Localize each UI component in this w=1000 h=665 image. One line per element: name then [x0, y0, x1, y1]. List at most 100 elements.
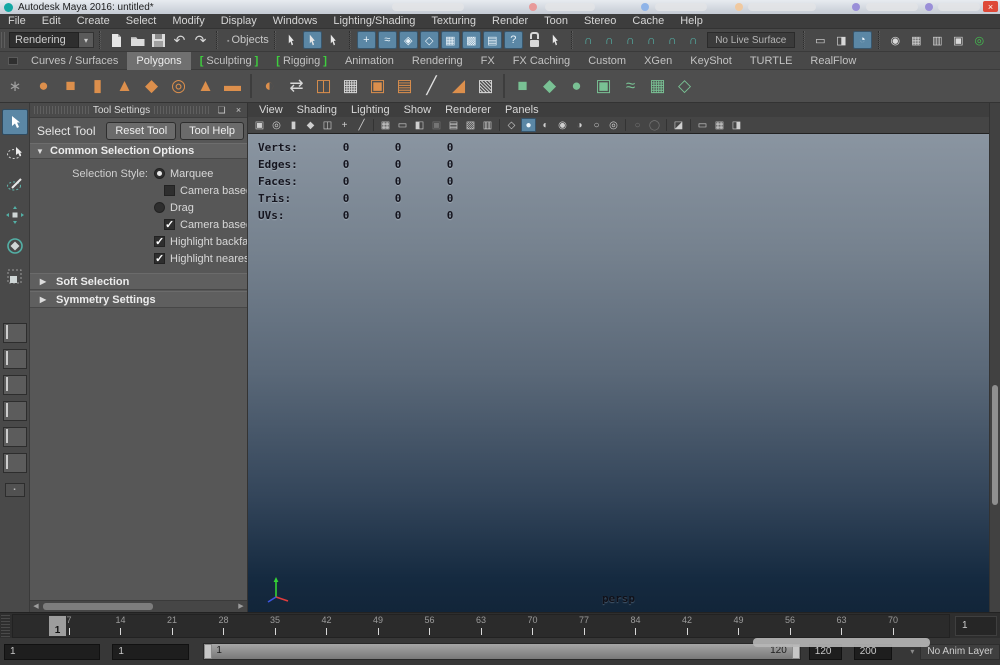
subdivide-button[interactable]: ▦	[337, 73, 364, 100]
select-camera-icon[interactable]: ▣	[252, 118, 267, 132]
input-operations-icon[interactable]: ▤	[483, 31, 502, 49]
camera-based-selection-label[interactable]: Camera based sel	[180, 185, 247, 197]
select-tool-button[interactable]	[2, 109, 28, 135]
lasso-tool-button[interactable]	[2, 140, 28, 166]
flip-button[interactable]: ⇄	[283, 73, 310, 100]
menuset-value[interactable]: Rendering	[9, 32, 79, 48]
new-scene-button[interactable]	[107, 31, 126, 49]
connections-icon-1[interactable]: ∩	[579, 31, 598, 49]
scrollbar-thumb[interactable]	[992, 385, 998, 505]
viewport-icon[interactable]	[499, 119, 500, 131]
bookmark-icon[interactable]: ◆	[303, 118, 318, 132]
scale-tool-button[interactable]	[2, 264, 28, 290]
tool-settings-header[interactable]: Tool Settings ❏ ×	[30, 103, 247, 118]
layout-outliner-icon[interactable]: ◨	[729, 118, 744, 132]
scroll-left-icon[interactable]	[30, 601, 42, 612]
sculpt-tool-button[interactable]: ■	[509, 73, 536, 100]
tab-realflow[interactable]: RealFlow	[801, 52, 865, 70]
move-increment-icon[interactable]: +	[357, 31, 376, 49]
hierarchy-mode-button[interactable]	[282, 31, 301, 49]
vp-menu-panels[interactable]: Panels	[498, 103, 546, 117]
menu-edit[interactable]: Edit	[34, 14, 69, 29]
symmetry-settings-section[interactable]: ▶ Symmetry Settings	[30, 291, 247, 308]
current-time-field[interactable]: 1	[955, 616, 997, 636]
layout-single-icon[interactable]: ▭	[695, 118, 710, 132]
undo-icon[interactable]: ↶	[170, 31, 189, 49]
pinch-sculpt-button[interactable]: ≈	[617, 73, 644, 100]
open-scene-button[interactable]	[128, 31, 147, 49]
panel-grip[interactable]	[34, 106, 89, 114]
viewport-canvas[interactable]: Verts: 0 0 0 Edges: 0 0 0 Faces: 0	[248, 134, 989, 612]
menu-render[interactable]: Render	[484, 14, 536, 29]
vp-menu-show[interactable]: Show	[397, 103, 439, 117]
toolbar-grip[interactable]	[1, 32, 7, 48]
menu-modify[interactable]: Modify	[164, 14, 212, 29]
marquee-label[interactable]: Marquee	[170, 168, 213, 180]
tab-turtle[interactable]: TURTLE	[741, 52, 802, 70]
move-tool-button[interactable]	[2, 202, 28, 228]
highlight-backfaces-checkbox[interactable]	[154, 236, 165, 247]
image-plane-icon[interactable]: ◫	[320, 118, 335, 132]
layout-two-pane-button[interactable]	[3, 375, 27, 395]
menuset-dropdown-icon[interactable]	[79, 32, 94, 48]
snap-to-points-icon[interactable]: ◈	[399, 31, 418, 49]
layout-outliner-persp-button[interactable]	[3, 401, 27, 421]
layout-more-button[interactable]	[5, 483, 25, 497]
grab-sculpt-button[interactable]: ▣	[590, 73, 617, 100]
scroll-right-icon[interactable]	[235, 601, 247, 612]
tab-polygons[interactable]: Polygons	[127, 52, 190, 70]
shadows-icon[interactable]: ◑	[572, 118, 587, 132]
menu-stereo[interactable]: Stereo	[576, 14, 624, 29]
time-slider-grip[interactable]	[1, 615, 10, 637]
menu-create[interactable]: Create	[69, 14, 118, 29]
drag-label[interactable]: Drag	[170, 202, 194, 214]
redo-icon[interactable]: ↷	[191, 31, 210, 49]
tab-fx[interactable]: FX	[472, 52, 504, 70]
shelf-gear-icon[interactable]: ∗	[9, 79, 22, 94]
connections-icon-6[interactable]: ∩	[684, 31, 703, 49]
menu-select[interactable]: Select	[118, 14, 165, 29]
viewport-icon[interactable]	[373, 119, 374, 131]
vp-menu-shading[interactable]: Shading	[290, 103, 344, 117]
gate-mask-icon[interactable]: ▣	[429, 118, 444, 132]
multi-cut-button[interactable]: ◢	[445, 73, 472, 100]
anim-layer-button[interactable]: No Anim Layer	[920, 644, 1000, 660]
xray-sculpt-button[interactable]: ◇	[671, 73, 698, 100]
help-line-icon[interactable]: ?	[504, 31, 523, 49]
menu-display[interactable]: Display	[213, 14, 265, 29]
lights-icon[interactable]: ◉	[555, 118, 570, 132]
layout-persp-graph-button[interactable]	[3, 453, 27, 473]
isolate-select-icon[interactable]: ◪	[671, 118, 686, 132]
right-panel-scrollbar[interactable]	[989, 103, 1000, 612]
multi-pane-icon[interactable]: ◨	[832, 31, 851, 49]
ipr-render-icon[interactable]: ▥	[928, 31, 947, 49]
layout-four-pane-button[interactable]	[3, 349, 27, 369]
grease-pencil-icon[interactable]: ╱	[354, 118, 369, 132]
poly-cone-button[interactable]: ▲	[111, 73, 138, 100]
snap-to-view-planes-icon[interactable]: ▦	[441, 31, 460, 49]
poly-plane-button[interactable]: ◆	[138, 73, 165, 100]
camera-attributes-icon[interactable]: ▮	[286, 118, 301, 132]
reset-tool-button[interactable]: Reset Tool	[106, 122, 176, 140]
timeline-track[interactable]: 1 7 14 21 28 35 4	[12, 614, 950, 638]
vp-menu-lighting[interactable]: Lighting	[344, 103, 397, 117]
grid-fill-button[interactable]: ▤	[391, 73, 418, 100]
menu-file[interactable]: File	[0, 14, 34, 29]
wire-cube-button[interactable]: ▣	[364, 73, 391, 100]
render-view-icon[interactable]: ◉	[886, 31, 905, 49]
tab-custom[interactable]: Custom	[579, 52, 635, 70]
range-slider[interactable]: 1 120	[203, 643, 800, 660]
multisample-icon[interactable]: ○	[630, 118, 645, 132]
shelf-item[interactable]	[503, 74, 505, 98]
poly-pyramid-button[interactable]: ▲	[192, 73, 219, 100]
grid-icon[interactable]: ▦	[378, 118, 393, 132]
highlight-selection-mode-icon[interactable]	[546, 31, 565, 49]
anim-layer-menu-icon[interactable]: ▾	[910, 647, 914, 656]
tool-help-button[interactable]: Tool Help	[180, 122, 244, 140]
lock-camera-icon[interactable]: ◎	[269, 118, 284, 132]
safe-action-icon[interactable]: ▧	[463, 118, 478, 132]
snap-to-curves-icon[interactable]: ≈	[378, 31, 397, 49]
current-renderer-icon[interactable]: ◎	[970, 31, 989, 49]
poly-sphere-button[interactable]: ●	[30, 73, 57, 100]
poly-cube-button[interactable]: ■	[57, 73, 84, 100]
